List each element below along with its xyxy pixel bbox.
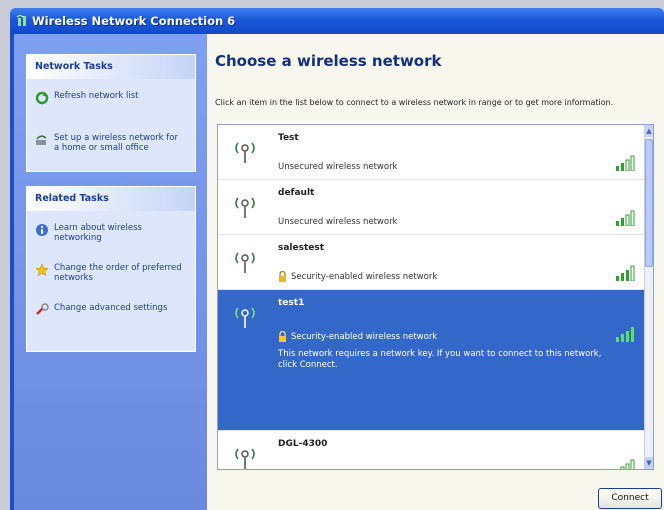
wireless-icon: [16, 15, 26, 26]
refresh-network-list-label: Refresh network list: [54, 91, 139, 101]
network-ssid: test1: [278, 298, 305, 308]
lock-icon: [279, 271, 286, 282]
network-status: Security-enabled wireless network: [278, 271, 437, 282]
network-ssid: default: [278, 188, 315, 198]
network-list-scrollbar[interactable]: ▲ ▼: [644, 125, 653, 469]
wireless-antenna-icon: [235, 448, 255, 469]
wireless-antenna-icon: [235, 197, 255, 218]
setup-wireless-network-link[interactable]: Set up a wireless network for a home or …: [35, 133, 185, 153]
network-tasks-panel: Network Tasks Refresh network list Set u…: [26, 54, 196, 172]
signal-strength-icon: [616, 210, 635, 226]
network-ssid: DGL-4300: [278, 439, 328, 449]
wireless-network-window: Wireless Network Connection 6 Network Ta…: [10, 8, 664, 510]
change-advanced-settings-link[interactable]: Change advanced settings: [35, 303, 185, 317]
change-advanced-settings-label: Change advanced settings: [54, 303, 168, 313]
network-item-salestest[interactable]: salestest Security-enabled wireless netw…: [218, 235, 645, 290]
change-order-link[interactable]: Change the order of preferred networks: [35, 263, 185, 283]
network-status-label: Security-enabled wireless network: [291, 271, 438, 282]
scroll-down-icon[interactable]: ▼: [645, 457, 653, 469]
page-title: Choose a wireless network: [215, 52, 442, 70]
network-item-default[interactable]: default Unsecured wireless network: [218, 180, 645, 235]
network-status-label: Unsecured wireless network: [278, 162, 398, 172]
network-item-test[interactable]: Test Unsecured wireless network: [218, 125, 645, 180]
refresh-network-list-link[interactable]: Refresh network list: [35, 91, 185, 105]
signal-strength-icon: [616, 155, 635, 171]
network-ssid: Test: [278, 133, 299, 143]
network-key-message: This network requires a network key. If …: [278, 349, 602, 370]
related-tasks-panel: Related Tasks Learn about wireless netwo…: [26, 186, 196, 352]
task-pane: Network Tasks Refresh network list Set u…: [14, 34, 207, 510]
network-ssid: salestest: [278, 243, 325, 253]
star-icon: [35, 263, 49, 277]
lock-icon: [279, 331, 286, 342]
network-status-label: Security-enabled wireless network: [291, 331, 438, 342]
title-bar[interactable]: Wireless Network Connection 6: [10, 8, 664, 34]
network-item-dgl-4300[interactable]: DGL-4300: [218, 431, 645, 469]
learn-wireless-link[interactable]: Learn about wireless networking: [35, 223, 185, 243]
network-status: Unsecured wireless network: [278, 217, 397, 227]
instructions-text: Click an item in the list below to conne…: [215, 98, 614, 107]
window-title: Wireless Network Connection 6: [32, 14, 236, 28]
network-status: Security-enabled wireless network: [278, 331, 437, 342]
signal-strength-icon: [620, 459, 635, 469]
signal-strength-icon: [616, 327, 634, 342]
wireless-antenna-icon: [235, 142, 255, 163]
connect-button[interactable]: Connect: [598, 488, 662, 509]
network-tasks-header[interactable]: Network Tasks: [27, 55, 195, 79]
info-icon: [36, 224, 48, 236]
network-status-label: Unsecured wireless network: [278, 217, 398, 227]
scroll-thumb[interactable]: [645, 139, 653, 267]
setup-network-icon: [36, 135, 47, 145]
network-list[interactable]: Test Unsecured wireless network default …: [217, 124, 654, 470]
learn-wireless-label: Learn about wireless networking: [54, 223, 142, 243]
signal-strength-icon: [616, 265, 635, 281]
settings-icon: [36, 303, 49, 315]
refresh-icon: [35, 91, 49, 105]
main-pane: Choose a wireless network Click an item …: [207, 34, 664, 510]
wireless-antenna-icon: [235, 307, 255, 328]
change-order-label: Change the order of preferred networks: [54, 263, 182, 283]
setup-wireless-network-label: Set up a wireless network for a home or …: [54, 133, 178, 153]
wireless-antenna-icon: [235, 252, 255, 273]
related-tasks-header[interactable]: Related Tasks: [27, 187, 195, 211]
network-item-test1[interactable]: test1 Security-enabled wireless network …: [218, 290, 645, 431]
scroll-up-icon[interactable]: ▲: [645, 125, 653, 137]
network-status: Unsecured wireless network: [278, 162, 397, 172]
